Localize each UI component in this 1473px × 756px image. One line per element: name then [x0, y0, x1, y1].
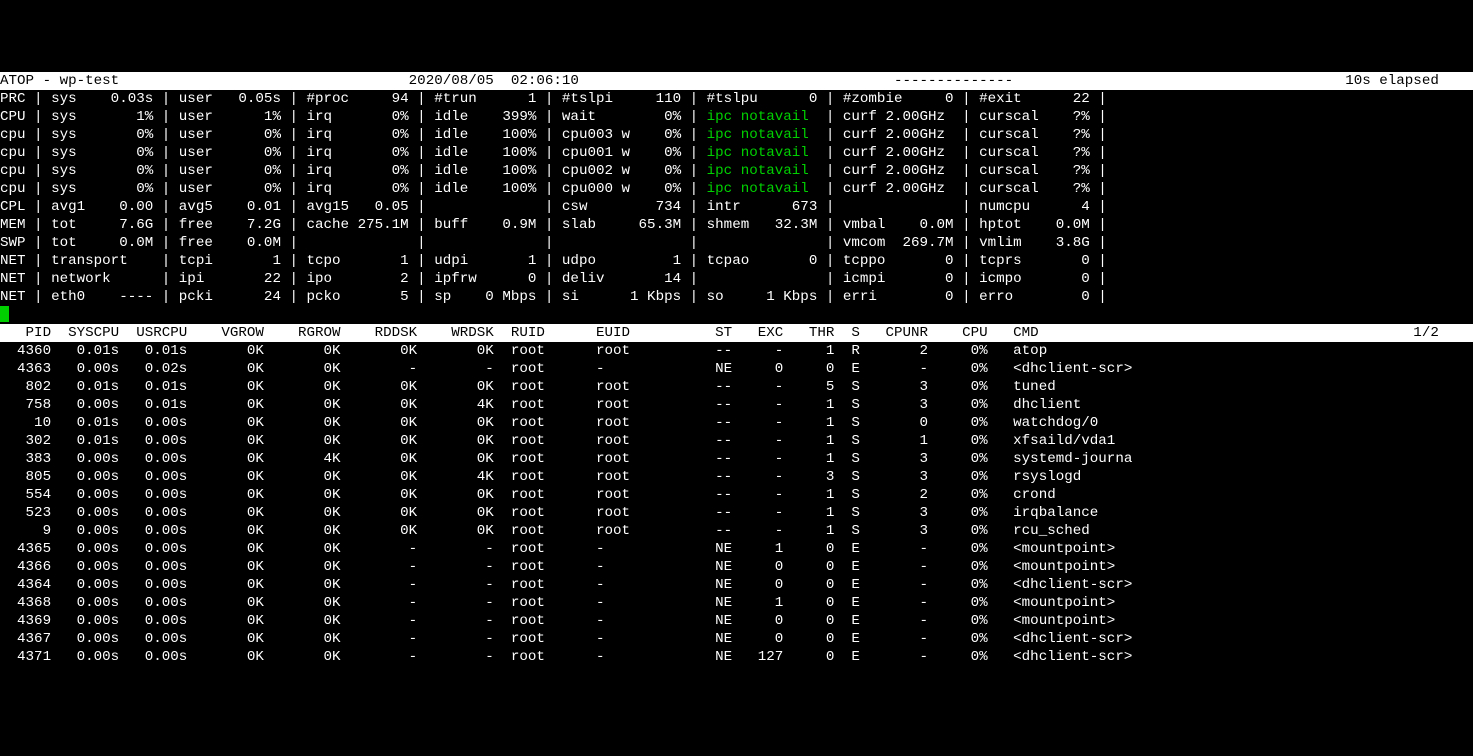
proc-header: PID SYSCPU USRCPU VGROW RGROW RDDSK WRDS…	[0, 324, 1473, 342]
sys-row: NET | transport | tcpi 1 | tcpo 1 | udpi…	[0, 252, 1473, 270]
proc-row[interactable]: 802 0.01s 0.01s 0K 0K 0K 0K root root --…	[0, 378, 1473, 396]
proc-row[interactable]: 4363 0.00s 0.02s 0K 0K - - root - NE 0 0…	[0, 360, 1473, 378]
sys-row: cpu | sys 0% | user 0% | irq 0% | idle 1…	[0, 162, 1473, 180]
sys-row: NET | network | ipi 22 | ipo 2 | ipfrw 0…	[0, 270, 1473, 288]
sys-row: cpu | sys 0% | user 0% | irq 0% | idle 1…	[0, 144, 1473, 162]
title-bar: ATOP - wp-test 2020/08/05 02:06:10 -----…	[0, 72, 1473, 90]
sys-row: cpu | sys 0% | user 0% | irq 0% | idle 1…	[0, 180, 1473, 198]
proc-row[interactable]: 554 0.00s 0.00s 0K 0K 0K 0K root root --…	[0, 486, 1473, 504]
cursor-icon	[0, 306, 9, 322]
proc-row[interactable]: 758 0.00s 0.01s 0K 0K 0K 4K root root --…	[0, 396, 1473, 414]
proc-row[interactable]: 4368 0.00s 0.00s 0K 0K - - root - NE 1 0…	[0, 594, 1473, 612]
proc-row[interactable]: 4365 0.00s 0.00s 0K 0K - - root - NE 1 0…	[0, 540, 1473, 558]
sys-row: NET | eth0 ---- | pcki 24 | pcko 5 | sp …	[0, 288, 1473, 306]
terminal-screen[interactable]: ATOP - wp-test 2020/08/05 02:06:10 -----…	[0, 72, 1473, 666]
sys-row: MEM | tot 7.6G | free 7.2G | cache 275.1…	[0, 216, 1473, 234]
sys-row: CPU | sys 1% | user 1% | irq 0% | idle 3…	[0, 108, 1473, 126]
proc-row[interactable]: 4366 0.00s 0.00s 0K 0K - - root - NE 0 0…	[0, 558, 1473, 576]
proc-row[interactable]: 4360 0.01s 0.01s 0K 0K 0K 0K root root -…	[0, 342, 1473, 360]
proc-row[interactable]: 523 0.00s 0.00s 0K 0K 0K 0K root root --…	[0, 504, 1473, 522]
sys-row: cpu | sys 0% | user 0% | irq 0% | idle 1…	[0, 126, 1473, 144]
proc-row[interactable]: 302 0.01s 0.00s 0K 0K 0K 0K root root --…	[0, 432, 1473, 450]
proc-row[interactable]: 4369 0.00s 0.00s 0K 0K - - root - NE 0 0…	[0, 612, 1473, 630]
proc-row[interactable]: 10 0.01s 0.00s 0K 0K 0K 0K root root -- …	[0, 414, 1473, 432]
sys-row: PRC | sys 0.03s | user 0.05s | #proc 94 …	[0, 90, 1473, 108]
proc-row[interactable]: 4367 0.00s 0.00s 0K 0K - - root - NE 0 0…	[0, 630, 1473, 648]
proc-row[interactable]: 4364 0.00s 0.00s 0K 0K - - root - NE 0 0…	[0, 576, 1473, 594]
proc-row[interactable]: 383 0.00s 0.00s 0K 4K 0K 0K root root --…	[0, 450, 1473, 468]
sys-row: CPL | avg1 0.00 | avg5 0.01 | avg15 0.05…	[0, 198, 1473, 216]
cursor-line	[0, 306, 1473, 324]
proc-row[interactable]: 805 0.00s 0.00s 0K 0K 0K 4K root root --…	[0, 468, 1473, 486]
sys-row: SWP | tot 0.0M | free 0.0M | | | | | vmc…	[0, 234, 1473, 252]
proc-row[interactable]: 4371 0.00s 0.00s 0K 0K - - root - NE 127…	[0, 648, 1473, 666]
proc-row[interactable]: 9 0.00s 0.00s 0K 0K 0K 0K root root -- -…	[0, 522, 1473, 540]
